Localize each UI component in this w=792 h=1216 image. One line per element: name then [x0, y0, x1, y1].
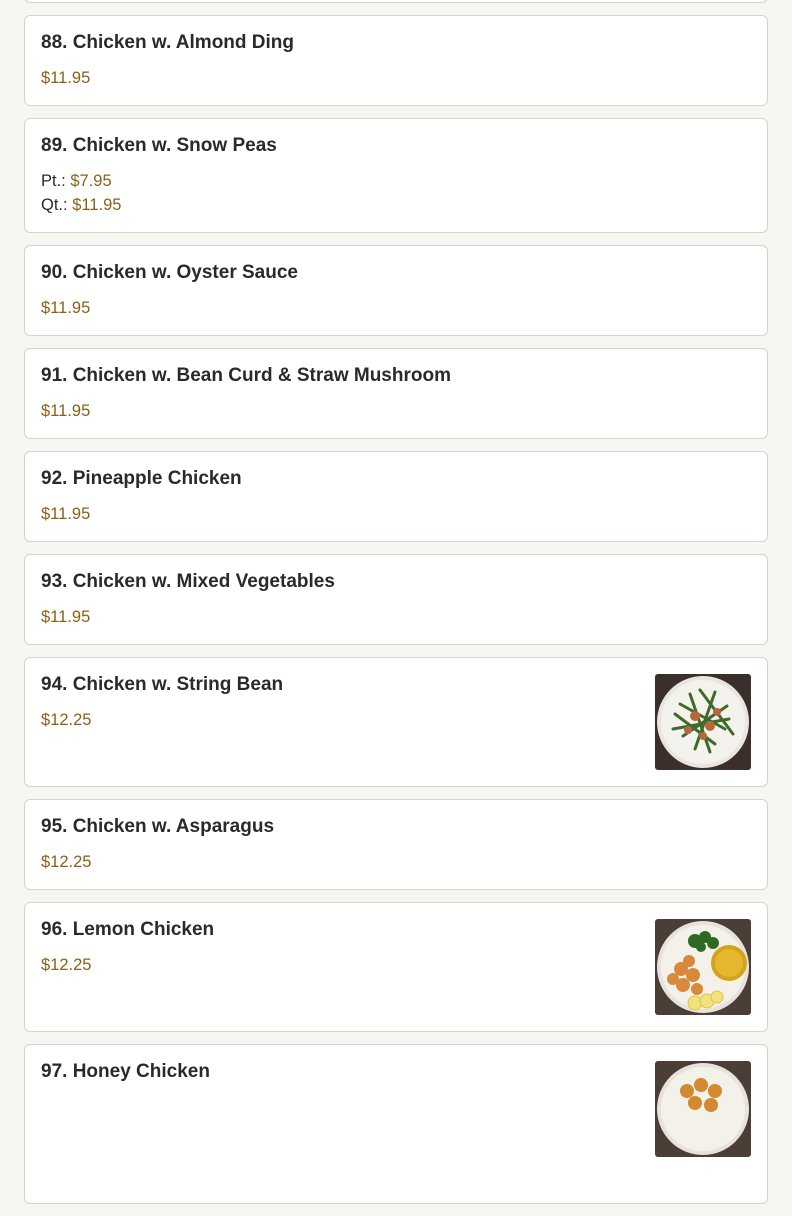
menu-item-title: 93. Chicken w. Mixed Vegetables: [41, 571, 335, 592]
menu-item-title: 97. Honey Chicken: [41, 1061, 210, 1082]
quart-label: Qt.:: [41, 196, 68, 214]
menu-item-title: 94. Chicken w. String Bean: [41, 674, 284, 695]
menu-item-card[interactable]: 91. Chicken w. Bean Curd & Straw Mushroo…: [24, 348, 768, 439]
menu-item-price: $11.95: [41, 505, 91, 523]
menu-item-card[interactable]: 94. Chicken w. String Bean $12.25: [24, 657, 768, 787]
menu-item-price: $11.95: [41, 402, 91, 420]
menu-item-price: $12.25: [41, 853, 92, 871]
menu-item-title: 92. Pineapple Chicken: [41, 468, 242, 489]
menu-item-price: $11.95: [41, 299, 91, 317]
menu-item-card[interactable]: 95. Chicken w. Asparagus $12.25: [24, 799, 768, 890]
menu-item-prices: $12.25: [41, 953, 751, 977]
menu-item-price: $11.95: [41, 608, 91, 626]
menu-item-price: $11.95: [41, 69, 91, 87]
menu-item-card[interactable]: 92. Pineapple Chicken $11.95: [24, 451, 768, 542]
menu-item-prices: $11.95: [41, 399, 751, 423]
menu-item-card[interactable]: [24, 0, 768, 3]
menu-item-prices: $11.95: [41, 605, 751, 629]
menu-item-title: 91. Chicken w. Bean Curd & Straw Mushroo…: [41, 365, 451, 386]
menu-item-title: 96. Lemon Chicken: [41, 919, 215, 940]
menu-item-prices: $12.25: [41, 708, 751, 732]
menu-item-card[interactable]: 90. Chicken w. Oyster Sauce $11.95: [24, 245, 768, 336]
menu-item-title: 90. Chicken w. Oyster Sauce: [41, 262, 298, 283]
menu-item-list: 88. Chicken w. Almond Ding $11.95 89. Ch…: [24, 0, 768, 1216]
menu-item-card[interactable]: 89. Chicken w. Snow Peas Pt.: $7.95 Qt.:…: [24, 118, 768, 233]
menu-item-prices: Pt.: $7.95 Qt.: $11.95: [41, 169, 751, 217]
menu-item-prices: $11.95: [41, 296, 751, 320]
menu-item-title: 88. Chicken w. Almond Ding: [41, 32, 295, 53]
menu-item-card[interactable]: 97. Honey Chicken: [24, 1044, 768, 1204]
quart-price: $11.95: [72, 196, 122, 214]
string-bean-chicken-photo[interactable]: [655, 674, 751, 770]
menu-item-title: 89. Chicken w. Snow Peas: [41, 135, 277, 156]
pint-price: $7.95: [70, 172, 112, 190]
lemon-chicken-photo[interactable]: [655, 919, 751, 1015]
menu-item-title: 95. Chicken w. Asparagus: [41, 816, 275, 837]
pint-label: Pt.:: [41, 172, 66, 190]
menu-item-prices: $11.95: [41, 66, 751, 90]
menu-item-card[interactable]: 93. Chicken w. Mixed Vegetables $11.95: [24, 554, 768, 645]
menu-item-price: $12.25: [41, 711, 92, 729]
menu-item-card[interactable]: 88. Chicken w. Almond Ding $11.95: [24, 15, 768, 106]
menu-item-price: $12.25: [41, 956, 92, 974]
menu-item-prices: $11.95: [41, 502, 751, 526]
menu-item-prices: $12.25: [41, 850, 751, 874]
honey-chicken-photo[interactable]: [655, 1061, 751, 1157]
menu-item-card[interactable]: 96. Lemon Chicken $12.25: [24, 902, 768, 1032]
